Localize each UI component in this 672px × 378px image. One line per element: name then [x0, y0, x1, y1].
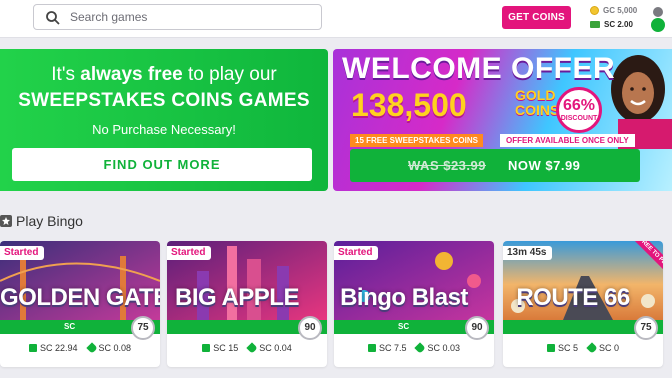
prize-total: SC 22.94 [39, 343, 78, 353]
status-badge: Started [0, 246, 45, 260]
gift-icon [546, 344, 555, 352]
now-price: NOW $7.99 [508, 158, 581, 173]
offer-once-tag: OFFER AVAILABLE ONCE ONLY [500, 134, 635, 147]
banner-headline: It's always free to play our [51, 64, 277, 85]
offer-gold-coins-label: GOLD COINS [515, 87, 560, 118]
ticket-price: SC 0 [599, 343, 620, 353]
gift-icon [367, 344, 376, 352]
price-tag-icon [414, 342, 427, 354]
price-tag-icon [85, 342, 98, 354]
banner-subheadline: SWEEPSTAKES COINS GAMES [18, 90, 310, 111]
game-title: ROUTE 66 [516, 284, 630, 311]
was-price: WAS $23.99 [408, 158, 486, 173]
account-avatar-icon[interactable] [650, 4, 666, 32]
offer-title: WELCOME OFFER [342, 52, 616, 85]
ball-count-badge: 90 [298, 316, 322, 340]
offer-amount: 138,500 [351, 87, 467, 123]
price-tag-icon [586, 342, 598, 354]
ball-count-badge: 75 [634, 316, 658, 340]
free-play-banner: It's always free to play our SWEEPSTAKES… [0, 49, 328, 191]
game-title: BIG APPLE [175, 284, 299, 311]
ticket-price: SC 0.08 [98, 343, 132, 353]
welcome-offer-banner[interactable]: WELCOME OFFER 138,500 GOLD COINS 66% DISC… [333, 49, 672, 191]
prize-total: SC 15 [213, 343, 239, 353]
gift-icon [202, 344, 211, 352]
game-card-bingo-blast[interactable]: Started Bingo Blast SC 90 SC 7.5 SC 0.03 [334, 241, 494, 367]
gold-coin-icon [590, 5, 599, 15]
prize-total: SC 7.5 [378, 343, 407, 353]
banner-note: No Purchase Necessary! [92, 122, 236, 137]
game-card-route-66[interactable]: 13m 45s FREE TO PLAY ROUTE 66 75 SC 5 SC… [503, 241, 663, 367]
sweeps-coin-icon [590, 20, 600, 28]
prize-info: SC 7.5 SC 0.03 [334, 342, 494, 354]
countdown-badge: 13m 45s [503, 246, 553, 260]
search-placeholder: Search games [70, 10, 148, 24]
sc-balance: SC 2.00 [604, 19, 633, 29]
discount-badge: 66% DISCOUNT [556, 87, 602, 133]
prize-info: SC 22.94 SC 0.08 [0, 342, 160, 354]
search-icon [46, 11, 60, 25]
ticket-price: SC 0.03 [427, 343, 461, 353]
get-coins-button[interactable]: GET COINS [502, 6, 571, 29]
prize-info: SC 5 SC 0 [503, 342, 663, 354]
prize-total: SC 5 [557, 343, 578, 353]
top-header: Search games GET COINS GC 5,000 SC 2.00 [0, 0, 672, 38]
status-badge: Started [334, 246, 379, 260]
status-badge: Started [167, 246, 212, 260]
gift-icon [28, 344, 37, 352]
ball-count-badge: 75 [131, 316, 155, 340]
game-card-big-apple[interactable]: Started BIG APPLE 90 SC 15 SC 0.04 [167, 241, 327, 367]
bingo-section-icon [0, 215, 12, 227]
game-title: Bingo Blast [340, 284, 468, 311]
price-tag-icon [246, 342, 258, 354]
find-out-more-button[interactable]: FIND OUT MORE [12, 148, 312, 181]
free-sc-tag: 15 FREE SWEEPSTAKES COINS [350, 134, 483, 147]
ticket-price: SC 0.04 [259, 343, 292, 353]
prize-info: SC 15 SC 0.04 [167, 342, 327, 354]
game-card-golden-gate[interactable]: Started GOLDEN GATE SC 75 SC 22.94 SC 0.… [0, 241, 160, 367]
buy-offer-button[interactable]: WAS $23.99 NOW $7.99 [350, 149, 640, 182]
search-input[interactable]: Search games [33, 4, 322, 30]
ball-count-badge: 90 [465, 316, 489, 340]
section-title: Play Bingo [0, 213, 83, 229]
gc-balance: GC 5,000 [603, 5, 638, 15]
balances: GC 5,000 SC 2.00 [590, 3, 637, 31]
game-title: GOLDEN GATE [0, 284, 160, 311]
